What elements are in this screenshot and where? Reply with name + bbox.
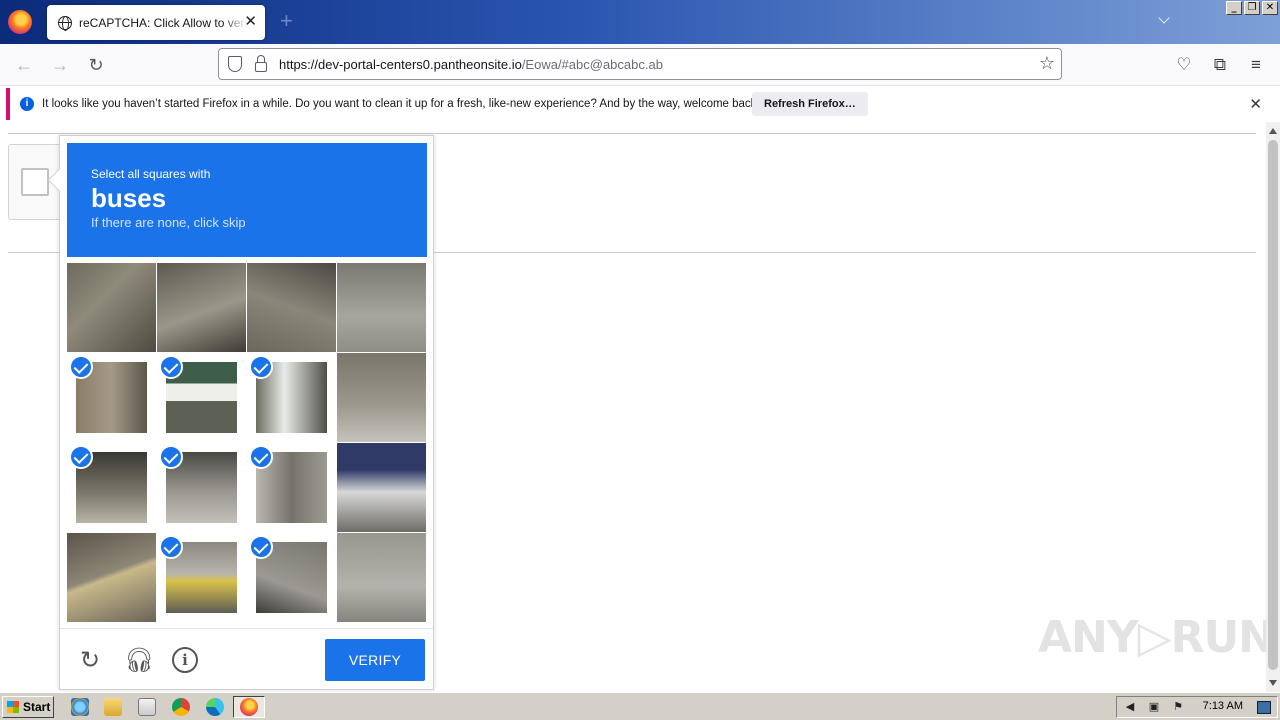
captcha-tile[interactable]	[247, 263, 336, 352]
firefox-icon[interactable]	[8, 10, 32, 34]
captcha-tile[interactable]	[247, 533, 336, 622]
checkmark-icon	[69, 355, 93, 379]
back-button[interactable]: ←	[13, 54, 35, 76]
internet-explorer-icon[interactable]	[71, 698, 89, 716]
notification-message: It looks like you haven’t started Firefo…	[42, 98, 760, 110]
tab-bar: reCAPTCHA: Click Allow to verify that yo…	[0, 0, 1280, 44]
tab-recaptcha[interactable]: reCAPTCHA: Click Allow to verify that yo…	[47, 5, 265, 40]
captcha-tile-image	[337, 443, 426, 532]
globe-icon	[58, 15, 72, 31]
navigation-toolbar: ← → ↻ https://dev-portal-centers0.panthe…	[0, 44, 1280, 86]
close-window-button[interactable]: ✕	[1262, 1, 1278, 15]
recaptcha-challenge: Select all squares with buses If there a…	[47, 135, 434, 690]
checkmark-icon	[159, 445, 183, 469]
captcha-tile[interactable]	[247, 353, 336, 442]
scroll-up-arrow-icon[interactable]	[1269, 128, 1277, 134]
captcha-tile[interactable]	[247, 443, 336, 532]
url-text[interactable]: https://dev-portal-centers0.pantheonsite…	[279, 57, 663, 72]
captcha-tile-image	[337, 263, 426, 352]
captcha-tile[interactable]	[337, 533, 426, 622]
show-desktop-icon[interactable]	[1257, 701, 1271, 714]
new-tab-button[interactable]: +	[280, 10, 293, 32]
captcha-tile-image	[157, 263, 246, 352]
captcha-tile-image	[247, 263, 336, 352]
scroll-down-arrow-icon[interactable]	[1269, 680, 1277, 686]
scroll-thumb[interactable]	[1268, 140, 1278, 670]
captcha-tile[interactable]	[337, 443, 426, 532]
captcha-tile[interactable]	[157, 533, 246, 622]
help-info-icon[interactable]: i	[172, 647, 198, 673]
edge-icon[interactable]	[206, 698, 224, 716]
challenge-footer: ↻ 🎧︎ i VERIFY	[60, 628, 433, 689]
captcha-tile[interactable]	[67, 443, 156, 532]
captcha-tile[interactable]	[337, 353, 426, 442]
anyrun-watermark: ANY▷RUN	[1038, 612, 1275, 663]
recaptcha-checkbox[interactable]	[21, 168, 49, 196]
challenge-target: buses	[91, 183, 167, 213]
checkmark-icon	[69, 445, 93, 469]
chrome-icon[interactable]	[172, 698, 190, 716]
network-icon[interactable]: ▣	[1147, 701, 1161, 714]
taskbar-firefox-button[interactable]	[233, 696, 265, 718]
media-player-icon[interactable]	[138, 698, 156, 716]
tab-close-button[interactable]: ✕	[244, 13, 257, 31]
firefox-icon	[240, 698, 258, 716]
reload-button[interactable]: ↻	[85, 54, 107, 76]
challenge-hint: If there are none, click skip	[91, 215, 246, 230]
checkmark-icon	[159, 535, 183, 559]
page-scrollbar[interactable]	[1266, 122, 1280, 692]
info-icon: i	[20, 97, 34, 111]
reload-challenge-icon[interactable]: ↻	[77, 647, 103, 673]
tab-title: reCAPTCHA: Click Allow to verify that yo…	[79, 15, 247, 30]
verify-button[interactable]: VERIFY	[325, 639, 425, 681]
window-controls: _ ❐ ✕	[1226, 1, 1278, 15]
taskbar-clock: 7:13 AM	[1202, 700, 1243, 712]
captcha-tile-image	[337, 353, 426, 442]
bookmark-star-icon[interactable]: ☆	[1039, 53, 1055, 74]
lock-icon[interactable]	[255, 54, 267, 72]
extensions-icon[interactable]: ⧉	[1209, 54, 1231, 76]
captcha-tile[interactable]	[67, 533, 156, 622]
captcha-tile[interactable]	[67, 353, 156, 442]
captcha-tile[interactable]	[157, 443, 246, 532]
image-grid	[67, 263, 427, 623]
audio-challenge-headphones-icon[interactable]: 🎧︎	[124, 647, 154, 673]
start-button[interactable]: Start	[2, 696, 54, 718]
notification-close-button[interactable]: ✕	[1249, 95, 1262, 113]
captcha-tile[interactable]	[337, 263, 426, 352]
captcha-tile-image	[67, 263, 156, 352]
windows-taskbar: Start ◀ ▣ ⚑ 7:13 AM	[0, 692, 1280, 720]
file-explorer-icon[interactable]	[104, 698, 122, 716]
forward-button[interactable]: →	[49, 54, 71, 76]
minimize-button[interactable]: _	[1226, 1, 1242, 15]
system-tray: ◀ ▣ ⚑ 7:13 AM	[1116, 696, 1278, 718]
pocket-icon[interactable]: ♡	[1173, 54, 1195, 76]
divider	[8, 133, 1256, 134]
action-center-flag-icon[interactable]: ⚑	[1171, 701, 1185, 714]
checkmark-icon	[249, 355, 273, 379]
captcha-tile-image	[337, 533, 426, 622]
tracking-protection-shield-icon[interactable]	[228, 56, 242, 72]
checkmark-icon	[159, 355, 183, 379]
volume-icon[interactable]: ◀	[1123, 701, 1137, 714]
checkmark-icon	[249, 535, 273, 559]
restore-button[interactable]: ❐	[1244, 1, 1260, 15]
captcha-tile-image	[67, 533, 156, 622]
challenge-header: Select all squares with buses If there a…	[67, 143, 427, 257]
list-all-tabs-icon[interactable]	[1158, 12, 1174, 28]
captcha-tile[interactable]	[67, 263, 156, 352]
captcha-tile[interactable]	[157, 263, 246, 352]
captcha-tile[interactable]	[157, 353, 246, 442]
refresh-firefox-button[interactable]: Refresh Firefox…	[752, 92, 868, 116]
checkmark-icon	[249, 445, 273, 469]
url-bar[interactable]: https://dev-portal-centers0.pantheonsite…	[218, 48, 1062, 80]
challenge-instruction: Select all squares with	[91, 167, 211, 181]
hamburger-menu-icon[interactable]: ≡	[1245, 54, 1267, 76]
refresh-notification-bar: i It looks like you haven’t started Fire…	[6, 88, 1276, 120]
